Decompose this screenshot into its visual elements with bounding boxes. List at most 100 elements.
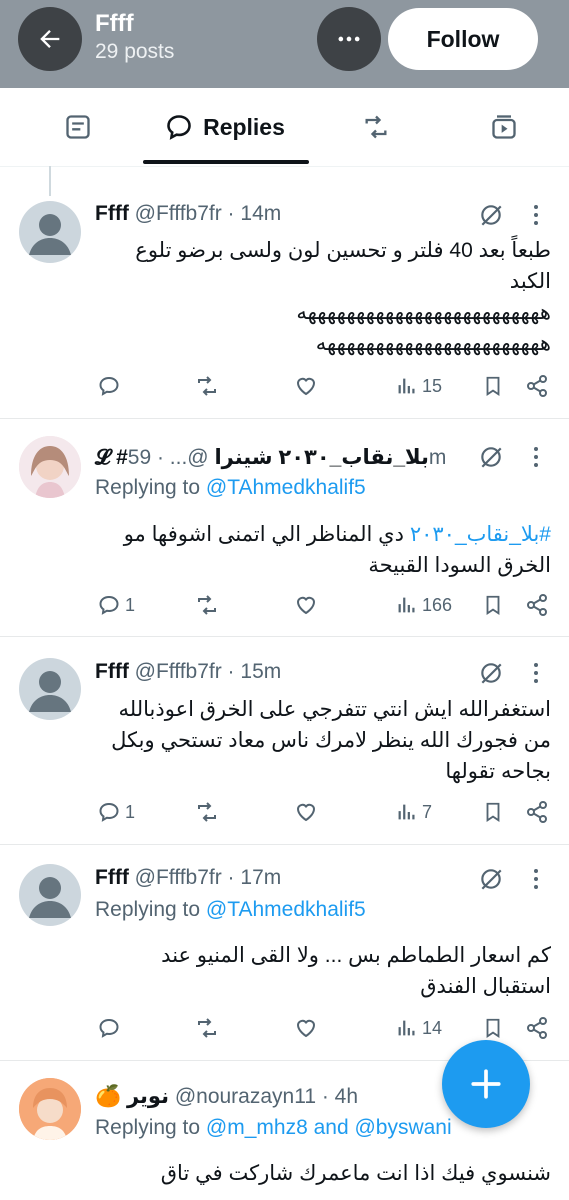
tweet-meta: Ffff @Ffffb7fr · 14m [95,202,281,226]
tweet-more-icon[interactable] [526,866,546,892]
author-name[interactable]: Ffff [95,202,129,225]
heart-icon [296,377,316,396]
tweet-text: #بلا_نقاب_٢٠٣٠ دي المناظر الي اتمنى اشوف… [91,519,551,581]
reply-icon [99,595,119,615]
author-handle-time: @Ffffb7fr · 15m [128,660,282,683]
views-button[interactable]: 14 [396,1016,442,1040]
repost-icon [198,802,216,822]
tab-replies[interactable]: Replies [150,88,300,166]
active-tab-indicator [143,160,309,164]
repost-icon [198,1018,216,1038]
views-icon [398,378,415,394]
author-name[interactable]: Ffff [95,660,129,683]
follow-button[interactable]: Follow [388,8,538,70]
views-button[interactable]: 15 [396,374,442,398]
like-button[interactable] [294,1016,318,1040]
tweet-more-icon[interactable] [526,202,546,228]
avatar[interactable] [19,436,81,498]
posts-count: 29 posts [95,40,175,63]
tweet-text-line: من فجورك الله ينظر لامرك ناس معاد تستحي … [111,729,551,752]
repost-button[interactable] [194,1016,220,1040]
default-avatar-icon [29,214,71,255]
tweet-text-line: كم اسعار الطماطم بس ... ولا القى المنيو … [161,944,551,967]
reply-button[interactable] [97,1016,125,1040]
hashtag-link[interactable]: #بلا_نقاب_٢٠٣٠ [410,523,551,546]
tab-media[interactable] [466,88,542,166]
author-handle-time: @nourazayn11 · 4h [168,1085,359,1108]
repost-button[interactable] [194,374,220,398]
tweet-text-line: الخرق السودا القبيحة [368,554,551,577]
profile-tabs: Replies [0,88,569,167]
more-icon [338,36,360,42]
author-name[interactable]: 🍊 نوير [95,1085,169,1108]
views-button[interactable]: 7 [396,800,432,824]
avatar[interactable] [19,1078,81,1140]
reply-button[interactable]: 1 [97,593,135,617]
share-button[interactable] [525,800,549,824]
like-button[interactable] [294,800,318,824]
tweet-text-line: بجاحه تقولها [445,760,551,783]
profile-header: Ffff 29 posts Follow [0,0,569,88]
share-icon [527,801,547,823]
share-button[interactable] [525,374,549,398]
bookmark-icon [486,1018,500,1038]
share-button[interactable] [525,1016,549,1040]
bookmark-icon [486,802,500,822]
bookmark-button[interactable] [482,374,504,398]
tab-reposts[interactable] [338,88,414,166]
tweet-text-line: استغفرالله ايش انتي تتفرجي على الخرق اعو… [118,698,551,721]
share-button[interactable] [525,593,549,617]
tab-replies-label: Replies [203,113,285,140]
tweet-meta: 🍊 نوير @nourazayn11 · 4h [95,1084,358,1109]
heart-icon [296,1019,316,1038]
repost-button[interactable] [194,800,220,824]
repost-button[interactable] [194,593,220,617]
views-button[interactable]: 166 [396,593,452,617]
replying-to-link[interactable]: @m_mhz8 and @byswani [206,1116,452,1139]
avatar[interactable] [19,201,81,263]
reply-icon [99,376,119,396]
reply-icon [99,802,119,822]
like-button[interactable] [294,593,318,617]
action-bar: 1 166 [0,593,569,623]
tweet[interactable]: Ffff @Ffffb7fr · 15m استغفرالله ايش انتي… [0,636,569,845]
tweet-text-line: طبعاً بعد 40 فلتر و تحسين لون ولسى برضو … [135,239,551,262]
tweet[interactable]: 𝓛 #بلا_نقاب_٢٠٣٠ شينرا @... · 59m Replyi… [0,418,569,637]
reply-bubble-icon [167,115,191,140]
replying-to-link[interactable]: @TAhmedkhalif5 [206,898,366,921]
tweet-text: طبعاً بعد 40 فلتر و تحسين لون ولسى برضو … [91,235,551,359]
heart-icon [296,803,316,822]
tweet-meta: Ffff @Ffffb7fr · 15m [95,660,281,684]
reply-icon [99,1018,119,1038]
grok-icon[interactable] [478,660,504,686]
replying-to-link[interactable]: @TAhmedkhalif5 [206,476,366,499]
tweet-text-line: استقبال الفندق [420,975,551,998]
bookmark-button[interactable] [482,800,504,824]
reply-button[interactable] [97,374,125,398]
profile-name: Ffff [95,10,134,37]
avatar[interactable] [19,658,81,720]
tweet-more-icon[interactable] [526,444,546,470]
back-button[interactable] [18,7,82,71]
avatar[interactable] [19,864,81,926]
bookmark-icon [486,595,500,615]
bookmark-button[interactable] [482,593,504,617]
like-button[interactable] [294,374,318,398]
media-icon [492,115,516,139]
grok-icon[interactable] [478,866,504,892]
user-photo-icon [19,436,81,498]
grok-icon[interactable] [478,202,504,228]
bookmark-button[interactable] [482,1016,504,1040]
tweet-meta: 𝓛 #بلا_نقاب_٢٠٣٠ شينرا @... · 59m [95,445,446,470]
more-button[interactable] [317,7,381,71]
tweet[interactable]: Ffff @Ffffb7fr · 17m Replying to @TAhmed… [0,844,569,1061]
reply-button[interactable]: 1 [97,800,135,824]
posts-icon [66,115,90,139]
tweet[interactable]: Ffff @Ffffb7fr · 14m طبعاً بعد 40 فلتر و… [0,166,569,419]
author-name[interactable]: Ffff [95,866,129,889]
compose-button[interactable] [442,1040,530,1128]
back-arrow-icon [40,30,60,48]
tab-posts[interactable] [40,88,116,166]
grok-icon[interactable] [478,444,504,470]
tweet-more-icon[interactable] [526,660,546,686]
